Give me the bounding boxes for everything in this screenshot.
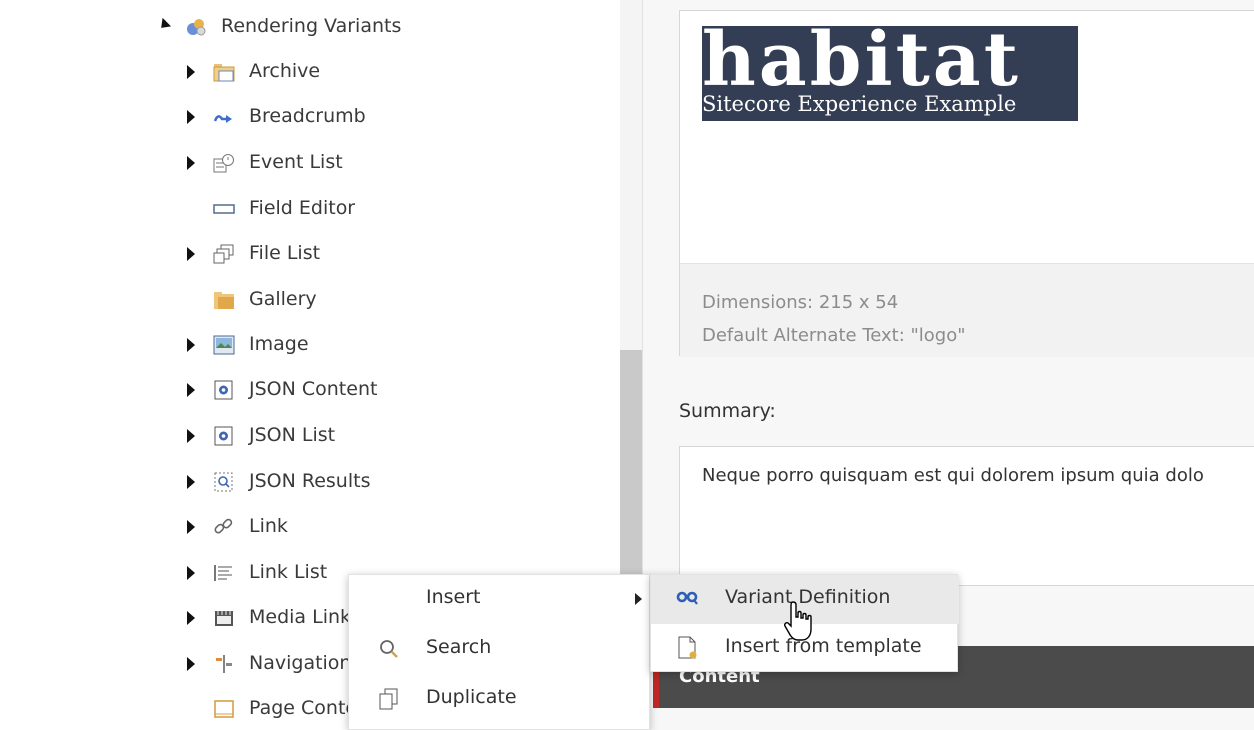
link-icon	[213, 517, 235, 537]
tree-node-label: Event List	[249, 151, 343, 173]
tree-node-label: JSON List	[249, 424, 336, 446]
collapse-arrow-icon[interactable]	[156, 17, 172, 33]
variant-definition-icon	[675, 587, 701, 611]
menu-item-search[interactable]: Search	[349, 625, 651, 675]
page-content-icon	[213, 699, 235, 719]
rendering-variants-icon	[185, 17, 207, 37]
expand-arrow-icon[interactable]	[187, 611, 195, 625]
menu-item-insert[interactable]: Insert	[349, 575, 651, 625]
file-list-icon	[213, 244, 235, 264]
breadcrumb-icon	[213, 107, 235, 127]
archive-folder-icon	[213, 62, 235, 82]
media-link-icon	[213, 608, 235, 628]
duplicate-icon	[377, 687, 401, 711]
image-metadata: Dimensions: 215 x 54 Default Alternate T…	[680, 263, 1254, 357]
expand-arrow-icon[interactable]	[187, 383, 195, 397]
navigation-icon	[213, 654, 235, 674]
search-icon	[377, 637, 401, 661]
event-list-icon	[213, 153, 235, 173]
image-alt-text: Default Alternate Text: "logo"	[702, 325, 966, 346]
json-list-icon	[213, 426, 235, 446]
insert-from-template-icon	[675, 636, 701, 660]
summary-field[interactable]: Neque porro quisquam est qui dolorem ips…	[679, 446, 1254, 586]
tree-node-label: Link List	[249, 561, 328, 583]
tree-node-label: Link	[249, 515, 288, 537]
tree-node-label: Media Link	[249, 606, 352, 628]
menu-item-label: Search	[426, 636, 492, 658]
expand-arrow-icon[interactable]	[187, 247, 195, 261]
image-icon	[213, 335, 235, 355]
expand-arrow-icon[interactable]	[187, 520, 195, 534]
json-results-icon	[213, 472, 235, 492]
menu-item-label: Insert from template	[725, 635, 922, 657]
expand-arrow-icon[interactable]	[187, 657, 195, 671]
tree-node-label: Breadcrumb	[249, 105, 366, 127]
logo-word: habitat	[702, 17, 1021, 103]
link-list-icon	[213, 563, 235, 583]
tree-node-label: Navigation	[249, 652, 352, 674]
tree-node-label: JSON Results	[249, 470, 371, 492]
menu-item-duplicate[interactable]: Duplicate	[349, 675, 651, 725]
tree-node-label: Gallery	[249, 288, 317, 310]
menu-item-label: Duplicate	[426, 686, 517, 708]
tree-node-label: File List	[249, 242, 321, 264]
tree-node-label: Field Editor	[249, 197, 356, 219]
tree-node-label: Image	[249, 333, 309, 355]
tree-node-label: Rendering Variants	[221, 15, 402, 37]
gallery-icon	[213, 290, 235, 310]
expand-arrow-icon[interactable]	[187, 65, 195, 79]
json-content-icon	[213, 380, 235, 400]
logo-tagline: Sitecore Experience Example	[702, 92, 1017, 116]
submenu-arrow-icon	[635, 593, 642, 605]
expand-arrow-icon[interactable]	[187, 475, 195, 489]
expand-arrow-icon[interactable]	[187, 110, 195, 124]
summary-value: Neque porro quisquam est qui dolorem ips…	[702, 465, 1204, 486]
tree-node-label: JSON Content	[249, 378, 378, 400]
habitat-logo: habitat Sitecore Experience Example	[702, 20, 1078, 121]
hand-cursor-icon	[784, 600, 814, 644]
context-menu: Insert Search Duplicate	[348, 574, 650, 730]
image-dimensions: Dimensions: 215 x 54	[702, 292, 899, 313]
image-field[interactable]: habitat Sitecore Experience Example Dime…	[679, 10, 1254, 357]
field-editor-icon	[213, 199, 235, 219]
expand-arrow-icon[interactable]	[187, 566, 195, 580]
tree-node-label: Archive	[249, 60, 321, 82]
expand-arrow-icon[interactable]	[187, 338, 195, 352]
menu-item-label: Insert	[426, 586, 481, 608]
image-preview: habitat Sitecore Experience Example	[680, 11, 1254, 263]
expand-arrow-icon[interactable]	[187, 429, 195, 443]
expand-arrow-icon[interactable]	[187, 156, 195, 170]
summary-label: Summary:	[679, 400, 776, 422]
